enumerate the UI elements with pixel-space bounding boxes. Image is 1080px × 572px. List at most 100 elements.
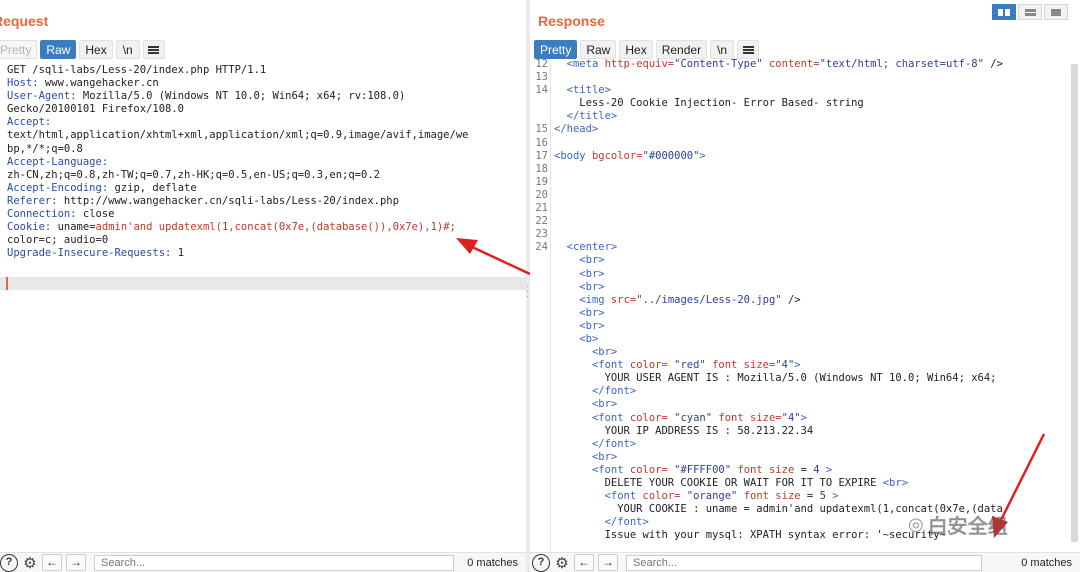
response-search-bar: ? ⚙ ← → 0 matches <box>530 552 1080 572</box>
response-view-tabs: Pretty Raw Hex Render \n <box>534 40 760 59</box>
request-editor[interactable]: GET /sqli-labs/Less-20/index.php HTTP/1.… <box>0 64 526 552</box>
request-line: Accept-Encoding: gzip, deflate <box>0 182 526 195</box>
response-code: <font color= "#FFFF00" font size = 4 > <box>591 463 833 476</box>
line-number: 23 <box>535 228 548 241</box>
chat-bubble-icon: ◎ <box>908 514 924 535</box>
response-code: <title> <box>566 84 611 97</box>
tab-raw[interactable]: Raw <box>580 40 617 59</box>
menu-icon <box>148 45 160 54</box>
line-number <box>530 294 548 307</box>
response-line: 20 <box>530 189 1080 202</box>
help-icon[interactable]: ? <box>0 553 18 572</box>
tab-pretty[interactable]: Pretty <box>534 40 578 59</box>
split-view-button[interactable] <box>992 4 1016 20</box>
line-number: 18 <box>535 162 548 175</box>
line-number <box>530 490 548 503</box>
response-line: <br> <box>530 451 1080 464</box>
request-title: Request <box>0 13 49 29</box>
stack-top-icon <box>1024 8 1036 12</box>
search-prev-button[interactable]: ← <box>42 554 62 571</box>
response-code: <meta http-equiv="Content-Type" content=… <box>566 58 1003 70</box>
tab-hex[interactable]: Hex <box>619 40 653 59</box>
stacked-view-button[interactable] <box>1018 4 1042 20</box>
text-caret <box>6 277 8 290</box>
request-line: Accept: <box>0 116 526 129</box>
response-code: YOUR IP ADDRESS IS : 58.213.22.34 <box>554 424 814 437</box>
tab-newlines[interactable]: \n <box>115 40 140 59</box>
response-code: <br> <box>579 267 605 280</box>
line-number <box>530 451 548 464</box>
request-line: User-Agent: Mozilla/5.0 (Windows NT 10.0… <box>0 90 526 103</box>
response-line: <br> <box>530 398 1080 411</box>
response-line: 13 <box>530 71 1080 84</box>
response-code: <font color= "cyan" font size="4"> <box>591 411 807 424</box>
tab-hex[interactable]: Hex <box>79 40 113 59</box>
line-number: 21 <box>535 202 548 215</box>
header-key: Host: <box>7 77 39 90</box>
line-number: 20 <box>535 188 548 201</box>
response-line: Less-20 Cookie Injection- Error Based- s… <box>530 97 1080 110</box>
help-icon[interactable]: ? <box>532 553 550 572</box>
line-number <box>530 516 548 529</box>
request-search-bar: ? ⚙ ← → 0 matches <box>0 552 526 572</box>
response-code: <center> <box>566 241 618 254</box>
line-number <box>530 425 548 438</box>
request-line: Connection: close <box>0 208 526 221</box>
line-number <box>530 281 548 294</box>
line-number <box>530 254 548 267</box>
response-line: <br> <box>530 320 1080 333</box>
header-value: http://www.wangehacker.cn/sqli-labs/Less… <box>57 194 399 207</box>
response-scrollbar[interactable] <box>1071 64 1078 542</box>
tab-newlines[interactable]: \n <box>710 40 735 59</box>
response-line: DELETE YOUR COOKIE OR WAIT FOR IT TO EXP… <box>530 477 1080 490</box>
response-code <box>548 189 554 202</box>
response-code <box>548 202 554 215</box>
search-prev-button[interactable]: ← <box>574 554 594 571</box>
response-search-input[interactable] <box>626 554 982 571</box>
tab-pretty[interactable]: Pretty <box>0 40 38 59</box>
injection-payload: admin'and updatexml(1,concat(0x7e,(datab… <box>95 221 456 234</box>
response-line: </title> <box>530 110 1080 123</box>
header-value: text/html,application/xhtml+xml,applicat… <box>7 129 469 142</box>
line-number <box>530 529 548 542</box>
response-line: <br> <box>530 268 1080 281</box>
header-value: close <box>76 208 115 221</box>
cookie-line-continued: color=c; audio=0 <box>7 234 109 247</box>
gear-icon[interactable]: ⚙ <box>554 554 570 572</box>
response-line: </font> <box>530 385 1080 398</box>
search-next-button[interactable]: → <box>598 554 618 571</box>
line-number <box>530 438 548 451</box>
response-code: <br> <box>579 319 605 332</box>
line-number: 16 <box>535 136 548 149</box>
header-value: zh-CN,zh;q=0.8,zh-TW;q=0.7,zh-HK;q=0.5,e… <box>7 168 380 181</box>
response-line: <br> <box>530 254 1080 267</box>
line-number: 13 <box>535 71 548 84</box>
split-left-icon <box>998 8 1003 16</box>
tab-raw[interactable]: Raw <box>40 40 77 59</box>
gear-icon[interactable]: ⚙ <box>22 554 38 572</box>
response-code: DELETE YOUR COOKIE OR WAIT FOR IT TO EXP… <box>554 477 909 489</box>
header-key: Accept-Language: <box>7 155 109 168</box>
response-code: <br> <box>579 280 605 293</box>
response-code <box>548 163 554 176</box>
line-number <box>530 372 548 385</box>
response-code: <font color= "orange" font size = 5 > <box>604 490 839 503</box>
response-menu-button[interactable] <box>737 40 760 59</box>
single-view-button[interactable] <box>1044 4 1068 20</box>
request-menu-button[interactable] <box>142 40 165 59</box>
request-search-input[interactable] <box>94 554 454 571</box>
response-line: <br> <box>530 307 1080 320</box>
response-editor[interactable]: 12 <meta http-equiv="Content-Type" conte… <box>530 58 1080 552</box>
request-line: Host: www.wangehacker.cn <box>0 77 526 90</box>
response-code: <br> <box>591 346 618 359</box>
line-number <box>530 359 548 372</box>
search-next-button[interactable]: → <box>66 554 86 571</box>
header-value: gzip, deflate <box>108 181 197 194</box>
response-code: </head> <box>554 123 599 136</box>
watermark-text: 白安全组 <box>927 514 1008 538</box>
tab-render[interactable]: Render <box>655 40 708 59</box>
header-key: Cookie: <box>7 221 52 234</box>
header-key: User-Agent: <box>7 90 77 103</box>
header-key: Accept: <box>7 116 52 129</box>
response-code <box>548 215 554 228</box>
